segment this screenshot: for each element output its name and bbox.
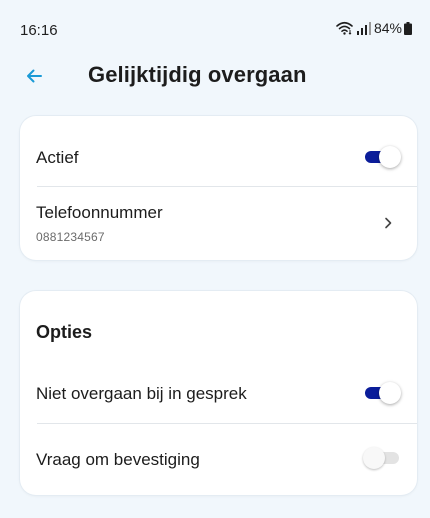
status-bar: 16:16 84% [0, 0, 430, 40]
status-icons: 84% [336, 20, 412, 36]
signal-icon [356, 21, 371, 35]
option-item-confirm[interactable]: Vraag om bevestiging [20, 424, 417, 495]
options-card: Opties Niet overgaan bij in gesprek Vraa… [20, 291, 417, 495]
settings-card: Actief Telefoonnummer 0881234567 [20, 116, 417, 260]
option-label: Niet overgaan bij in gesprek [36, 384, 247, 403]
battery-percentage: 84% [373, 20, 402, 36]
options-title: Opties [36, 322, 93, 342]
phone-number-label: Telefoonnummer [36, 203, 163, 222]
screen: 16:16 84% Gelijktijdig overgaan Actief T… [0, 0, 430, 518]
option-item-busy[interactable]: Niet overgaan bij in gesprek [20, 363, 417, 423]
wifi-icon [336, 21, 353, 35]
back-button[interactable] [22, 66, 46, 90]
busy-toggle[interactable] [363, 382, 401, 404]
app-bar: Gelijktijdig overgaan [0, 60, 430, 96]
page-title: Gelijktijdig overgaan [88, 62, 307, 87]
chevron-right-icon [381, 216, 395, 230]
arrow-left-icon [26, 69, 42, 88]
phone-number-row[interactable]: Telefoonnummer 0881234567 [20, 187, 417, 260]
option-label: Vraag om bevestiging [36, 450, 200, 469]
active-row[interactable]: Actief [20, 116, 417, 186]
status-time: 16:16 [20, 22, 58, 39]
phone-number-value: 0881234567 [36, 230, 105, 244]
battery-icon [404, 21, 412, 35]
active-toggle[interactable] [363, 146, 401, 168]
active-label: Actief [36, 148, 79, 167]
confirm-toggle[interactable] [363, 447, 401, 469]
